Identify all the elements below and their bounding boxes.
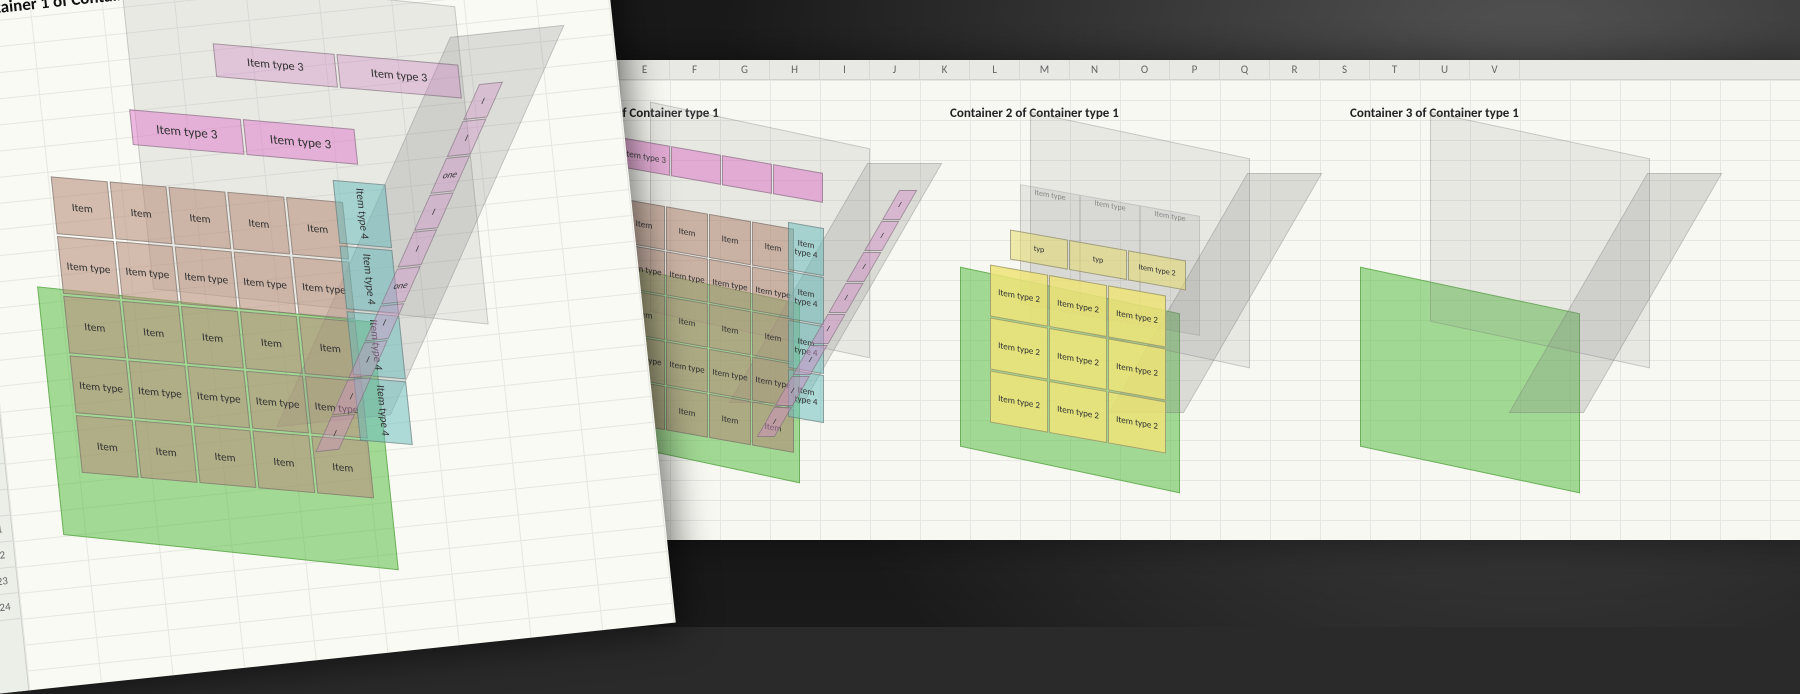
- packed-item: Item type: [666, 341, 708, 392]
- packed-item: Item: [51, 176, 114, 239]
- column-header[interactable]: I: [820, 60, 870, 79]
- packed-item: Item: [252, 431, 315, 494]
- column-header[interactable]: O: [1120, 60, 1170, 79]
- spreadsheet-tilted: A B C D E 17 18 19 20 21 22 23 24 Contai…: [0, 0, 676, 694]
- packed-item: Item type: [709, 259, 751, 310]
- packed-item: Item type: [246, 371, 309, 434]
- packed-item: Item: [63, 296, 126, 359]
- column-header[interactable]: G: [720, 60, 770, 79]
- container-3d-enlarged[interactable]: Item type 3 Item type 3 Item type 3 Item…: [20, 0, 552, 549]
- packed-item: Item type 4: [788, 271, 824, 325]
- packed-item: Item type: [116, 241, 179, 304]
- packed-item: Item type: [234, 252, 297, 315]
- packed-item: Item: [709, 394, 751, 445]
- column-header[interactable]: S: [1320, 60, 1370, 79]
- container-3d-2[interactable]: Item typeItem typeItem type typ typ Item…: [960, 140, 1280, 460]
- column-header[interactable]: K: [920, 60, 970, 79]
- packed-item: Item: [168, 187, 231, 250]
- column-header[interactable]: E: [620, 60, 670, 79]
- packed-item: Item type 2: [1108, 285, 1166, 347]
- packed-item: Item type 2: [1108, 391, 1166, 453]
- column-header[interactable]: V: [1470, 60, 1520, 79]
- column-header[interactable]: L: [970, 60, 1020, 79]
- row-header[interactable]: 24: [0, 593, 21, 622]
- column-header[interactable]: R: [1270, 60, 1320, 79]
- packed-item: Item type: [666, 251, 708, 302]
- packed-item: Item: [135, 420, 198, 483]
- packed-item: Item: [709, 214, 751, 265]
- column-header[interactable]: T: [1370, 60, 1420, 79]
- row-header[interactable]: 23: [0, 567, 18, 596]
- packed-item: Item: [227, 192, 290, 255]
- packed-item: Item type 4: [788, 222, 824, 276]
- packed-item: Item type 2: [1049, 328, 1107, 390]
- packed-item: Item: [76, 415, 139, 478]
- packed-item: Item type: [175, 246, 238, 309]
- column-header[interactable]: J: [870, 60, 920, 79]
- item-grid-front: Item type 2Item type 2Item type 2 Item t…: [990, 264, 1166, 453]
- packed-item: Item: [181, 306, 244, 369]
- packed-item: Item type: [57, 236, 120, 299]
- packed-item: Item type 2: [990, 370, 1048, 432]
- column-header[interactable]: U: [1420, 60, 1470, 79]
- packed-item: Item: [666, 296, 708, 347]
- packed-item: Item type: [187, 366, 250, 429]
- packed-item: Item type 2: [1108, 338, 1166, 400]
- packed-item: Item: [194, 425, 257, 488]
- packed-item: Item type: [709, 349, 751, 400]
- packed-item: Item type: [70, 355, 133, 418]
- container-3d-3[interactable]: [1360, 140, 1680, 460]
- column-header[interactable]: Q: [1220, 60, 1270, 79]
- column-header[interactable]: N: [1070, 60, 1120, 79]
- column-header[interactable]: P: [1170, 60, 1220, 79]
- column-header[interactable]: M: [1020, 60, 1070, 79]
- spreadsheet-flat: C D E F G H I J K L M N O P Q R S T U V …: [500, 60, 1800, 540]
- packed-item: Item: [666, 386, 708, 437]
- packed-item: Item type 2: [1049, 381, 1107, 443]
- packed-item: Item: [122, 301, 185, 364]
- packed-item: Item type 2: [990, 264, 1048, 326]
- packed-item: Item: [240, 311, 303, 374]
- column-header-row: C D E F G H I J K L M N O P Q R S T U V: [520, 60, 1800, 80]
- packed-item: Item: [110, 182, 173, 245]
- packed-item: Item type 2: [1049, 275, 1107, 337]
- packed-item: Item type: [128, 361, 191, 424]
- packed-item: Item: [709, 304, 751, 355]
- sheet-grid[interactable]: Container 1 of Container type 1 Containe…: [520, 80, 1800, 540]
- sheet-grid[interactable]: Container 1 of Container type 1 Item typ…: [0, 0, 676, 690]
- packed-item: Item: [666, 206, 708, 257]
- packed-item: Item type 4: [333, 180, 392, 248]
- row-header[interactable]: 22: [0, 541, 15, 570]
- column-header[interactable]: F: [670, 60, 720, 79]
- packed-item: Item type 2: [990, 317, 1048, 379]
- column-header[interactable]: H: [770, 60, 820, 79]
